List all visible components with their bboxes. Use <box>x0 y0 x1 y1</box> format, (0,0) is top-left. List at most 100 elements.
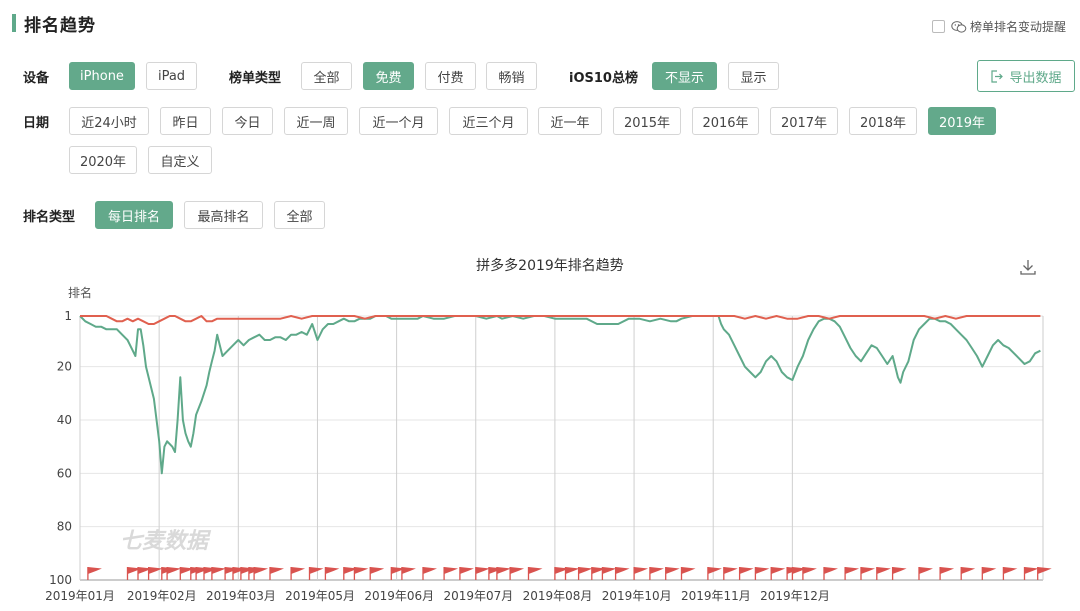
version-flag-icon <box>680 567 696 580</box>
y-tick-label: 40 <box>57 413 72 427</box>
version-flag-icon <box>1037 567 1052 580</box>
date-last-month[interactable]: 近一个月 <box>359 107 438 135</box>
rank-type-daily[interactable]: 每日排名 <box>95 201 173 229</box>
x-tick-label: 2019年06月 <box>364 589 434 603</box>
rank-type-highest[interactable]: 最高排名 <box>184 201 263 229</box>
rank-change-remind[interactable]: 榜单排名变动提醒 <box>931 18 1066 35</box>
version-flag-icon <box>860 567 875 580</box>
date-last-year[interactable]: 近一年 <box>538 107 602 135</box>
version-flag-icon <box>577 567 593 580</box>
list-type-all[interactable]: 全部 <box>301 62 352 90</box>
version-flag-icon <box>918 567 933 580</box>
date-2016[interactable]: 2016年 <box>692 107 759 135</box>
date-last-week[interactable]: 近一周 <box>284 107 348 135</box>
version-flag-icon <box>665 567 680 580</box>
version-flag-icon <box>308 567 324 580</box>
y-axis-label: 排名 <box>68 285 92 300</box>
date-yesterday[interactable]: 昨日 <box>160 107 211 135</box>
export-data-button[interactable]: 导出数据 <box>977 60 1075 92</box>
x-tick-label: 2019年07月 <box>443 589 513 603</box>
device-option-iphone[interactable]: iPhone <box>69 62 135 90</box>
version-flag-icon <box>823 567 838 580</box>
date-2019[interactable]: 2019年 <box>928 107 996 135</box>
list-type-free[interactable]: 免费 <box>363 62 414 90</box>
version-flag-icon <box>475 567 490 580</box>
series-line-1 <box>80 315 1041 325</box>
version-flag-icon <box>422 567 437 580</box>
date-2018[interactable]: 2018年 <box>849 107 917 135</box>
version-flag-icon <box>649 567 664 580</box>
export-label: 导出数据 <box>1009 70 1062 86</box>
device-option-ipad[interactable]: iPad <box>146 62 197 90</box>
watermark: 七麦数据 <box>120 529 212 554</box>
chart-title: 拼多多2019年排名趋势 <box>476 257 624 274</box>
version-flag-icon <box>369 567 385 580</box>
remind-label: 榜单排名变动提醒 <box>969 20 1066 34</box>
ios10-hide[interactable]: 不显示 <box>652 62 717 90</box>
version-flag-icon <box>939 567 955 580</box>
date-2015[interactable]: 2015年 <box>613 107 681 135</box>
date-last-24h[interactable]: 近24小时 <box>69 107 149 135</box>
version-flag-icon <box>166 567 182 580</box>
ios10-label: iOS10总榜 <box>569 71 638 86</box>
date-2020[interactable]: 2020年 <box>69 146 137 174</box>
rank-trend-chart: 拼多多2019年排名趋势 排名 七麦数据 1 20 40 60 80 100 2019年01… <box>45 257 1052 603</box>
section-title: 排名趋势 <box>12 12 96 36</box>
version-flag-icon <box>960 567 976 580</box>
version-flag-icon <box>269 567 284 580</box>
x-tick-label: 2019年12月 <box>760 589 830 603</box>
version-flag-icon <box>738 567 754 580</box>
rank-type-all[interactable]: 全部 <box>274 201 325 229</box>
version-flag-icon <box>324 567 340 580</box>
device-label: 设备 <box>23 71 50 86</box>
ios10-show[interactable]: 显示 <box>728 62 779 90</box>
version-flag-icon <box>633 567 649 580</box>
rank-type-label: 排名类型 <box>23 210 76 225</box>
x-tick-label: 2019年02月 <box>127 589 197 603</box>
version-flag-icon <box>1002 567 1018 580</box>
version-flag-icon <box>290 567 306 580</box>
title-accent-bar <box>12 14 16 32</box>
version-flag-icon <box>401 567 416 580</box>
y-tick-label: 60 <box>57 466 72 480</box>
version-flag-icon <box>891 567 907 580</box>
version-flag-icon <box>147 567 163 580</box>
version-flag-icon <box>443 567 459 580</box>
date-today[interactable]: 今日 <box>222 107 273 135</box>
version-flag-icon <box>876 567 891 580</box>
y-tick-label: 80 <box>57 520 72 534</box>
list-type-label: 榜单类型 <box>229 71 282 86</box>
wechat-icon <box>951 20 967 33</box>
version-flag-icon <box>981 567 997 580</box>
version-flag-icon <box>509 567 525 580</box>
series-line-0 <box>79 315 1041 475</box>
version-flag-icon <box>707 567 722 580</box>
version-flag-icon <box>770 567 786 580</box>
version-flag-icon <box>601 567 617 580</box>
x-tick-label: 2019年03月 <box>206 589 276 603</box>
version-flag-icon <box>723 567 738 580</box>
export-icon <box>991 69 1004 83</box>
date-label: 日期 <box>23 116 50 131</box>
list-type-paid[interactable]: 付费 <box>425 62 476 90</box>
y-tick-label: 100 <box>49 573 72 587</box>
date-custom[interactable]: 自定义 <box>148 146 212 174</box>
download-icon[interactable] <box>1020 260 1036 275</box>
version-flag-icon <box>496 567 511 580</box>
version-flag-icon <box>844 567 860 580</box>
date-2017[interactable]: 2017年 <box>770 107 838 135</box>
version-flag-icon <box>527 567 543 580</box>
page-title: 排名趋势 <box>24 15 96 36</box>
x-tick-label: 2019年05月 <box>285 589 355 603</box>
date-last-3-months[interactable]: 近三个月 <box>449 107 528 135</box>
version-flag-icon <box>614 567 630 580</box>
version-flag-icon <box>459 567 474 580</box>
y-tick-label: 20 <box>57 360 72 374</box>
remind-checkbox[interactable] <box>931 20 945 33</box>
version-flag-icon <box>802 567 817 580</box>
x-tick-label: 2019年01月 <box>45 589 115 603</box>
version-flag-icon <box>1023 567 1039 580</box>
list-type-grossing[interactable]: 畅销 <box>486 62 537 90</box>
x-tick-label: 2019年10月 <box>602 589 672 603</box>
version-flag-icon <box>211 567 226 580</box>
